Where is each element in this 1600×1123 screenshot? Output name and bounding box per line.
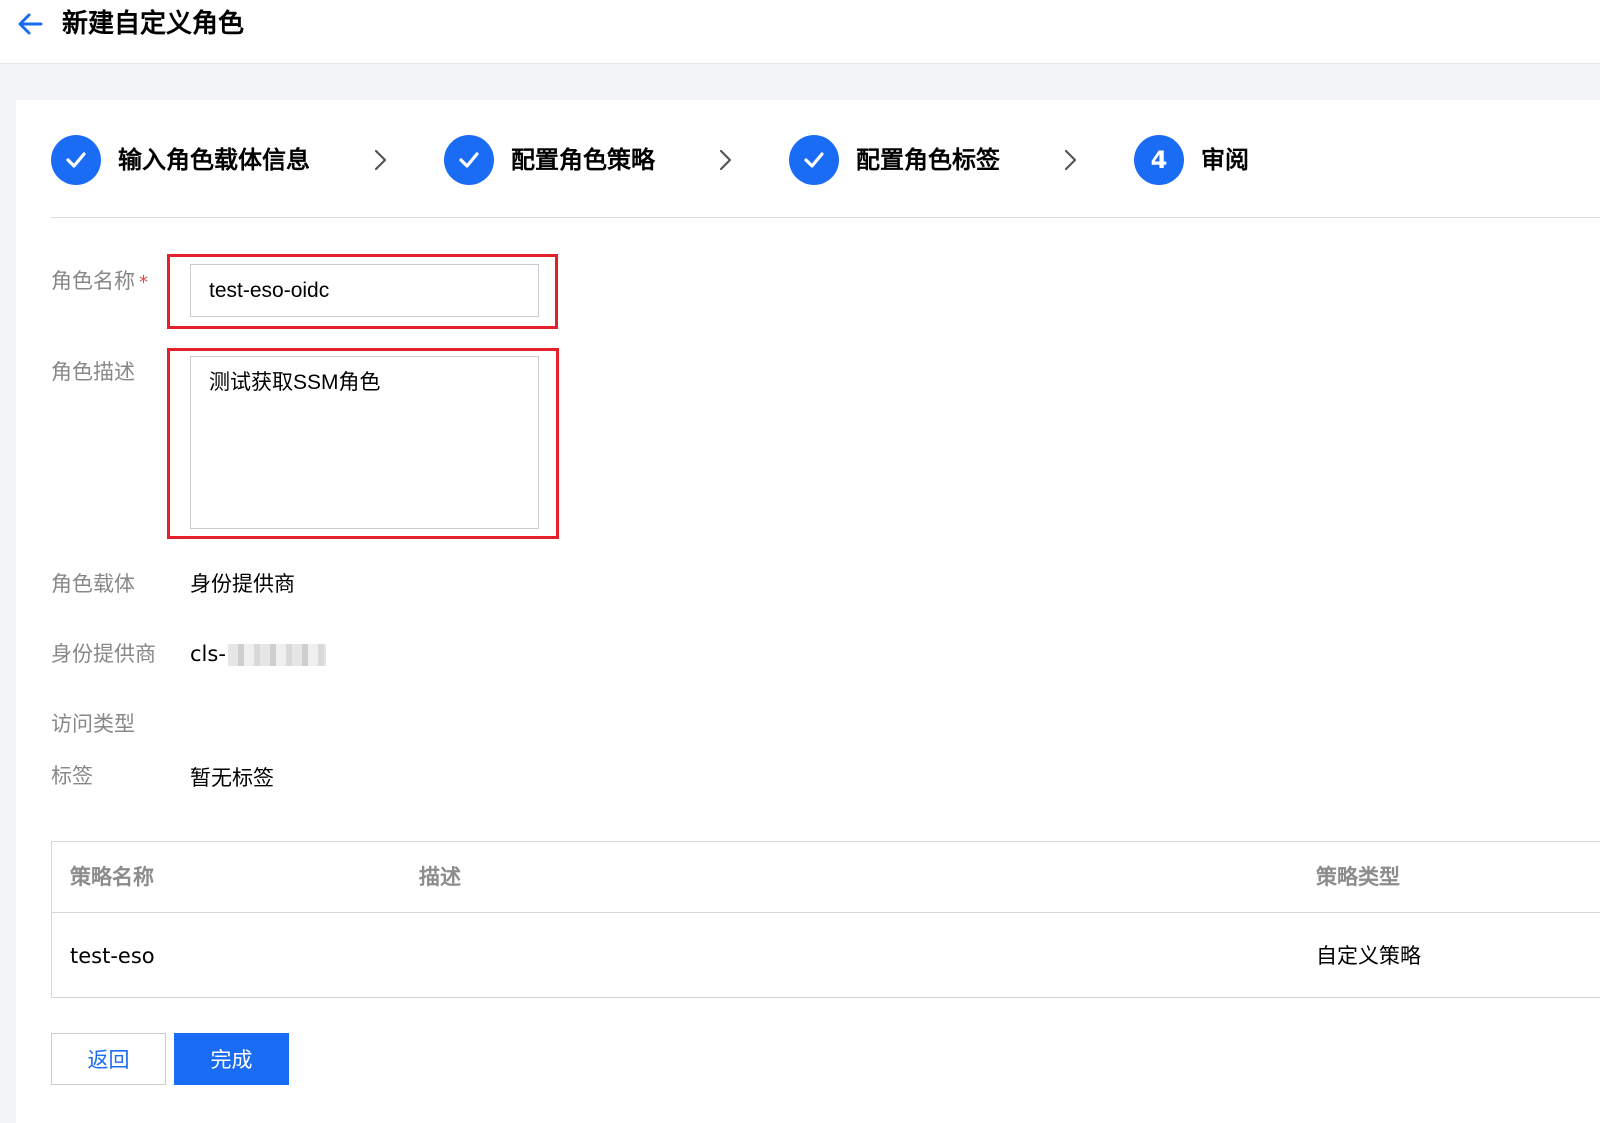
required-mark: * [139, 272, 148, 293]
step-1-label: 输入角色载体信息 [118, 146, 310, 174]
step-4-label: 审阅 [1201, 146, 1249, 174]
provider-label: 身份提供商 [51, 642, 156, 666]
role-desc-label: 角色描述 [51, 360, 135, 384]
step-2-label: 配置角色策略 [511, 146, 655, 174]
role-desc-textarea[interactable]: 测试获取SSM角色 [190, 356, 539, 529]
chevron-right-icon [1064, 149, 1077, 171]
role-name-input[interactable]: test-eso-oidc [190, 264, 539, 317]
page-title: 新建自定义角色 [62, 9, 245, 39]
policy-name-cell[interactable]: test-eso [70, 941, 155, 971]
back-button[interactable]: 返回 [51, 1033, 166, 1085]
access-type-label: 访问类型 [51, 712, 135, 736]
done-button[interactable]: 完成 [174, 1033, 289, 1085]
review-card: 输入角色载体信息 配置角色策略 配置角色标签 4 审阅 角色名称 * test-e… [16, 100, 1600, 1123]
tags-value: 暂无标签 [190, 766, 274, 790]
step-3-label: 配置角色标签 [856, 146, 1000, 174]
column-header-type: 策略类型 [1316, 865, 1400, 889]
step-1-check-icon [51, 135, 101, 185]
chevron-right-icon [374, 149, 387, 171]
carrier-value: 身份提供商 [190, 572, 295, 596]
policy-type-cell: 自定义策略 [1316, 944, 1421, 968]
step-2-check-icon [444, 135, 494, 185]
step-indicator: 输入角色载体信息 配置角色策略 配置角色标签 4 审阅 [16, 100, 1600, 218]
policy-table: 策略名称 描述 策略类型 test-eso 自定义策略 [51, 841, 1600, 998]
column-header-desc: 描述 [419, 865, 461, 889]
column-header-name: 策略名称 [70, 865, 154, 889]
role-name-label: 角色名称 * [51, 269, 148, 293]
step-4-number: 4 [1134, 135, 1184, 185]
chevron-right-icon [719, 149, 732, 171]
table-header: 策略名称 描述 策略类型 [52, 842, 1600, 913]
steps-divider [51, 217, 1600, 218]
arrow-left-icon[interactable] [16, 10, 44, 38]
step-3-check-icon [789, 135, 839, 185]
carrier-label: 角色载体 [51, 572, 135, 596]
provider-value: cls- [190, 639, 326, 669]
tags-label: 标签 [51, 764, 93, 788]
top-bar: 新建自定义角色 [0, 0, 1600, 64]
masked-id [227, 644, 326, 666]
